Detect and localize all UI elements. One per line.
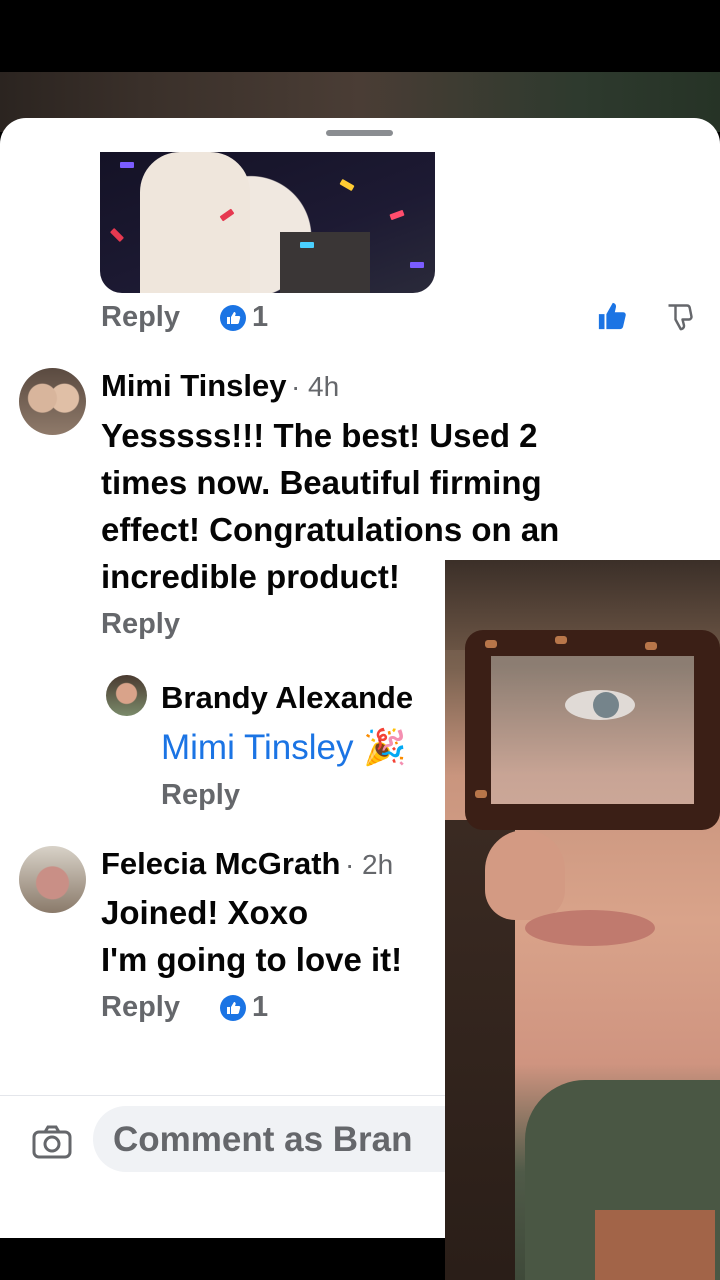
comment-gif-image[interactable] bbox=[100, 152, 435, 293]
gif-comment-actions: Reply 1 bbox=[101, 301, 268, 334]
pip-video-overlay[interactable] bbox=[445, 560, 720, 1280]
camera-icon[interactable] bbox=[32, 1125, 72, 1164]
comment-time: · 4h bbox=[290, 371, 340, 402]
like-icon bbox=[219, 304, 246, 331]
commenter-name[interactable]: Felecia McGrath bbox=[101, 846, 340, 881]
commenter-name[interactable]: Brandy Alexande bbox=[161, 680, 413, 715]
like-icon bbox=[219, 994, 246, 1021]
comment-header: Felecia McGrath · 2h bbox=[101, 846, 393, 882]
thumbs-up-icon[interactable] bbox=[597, 301, 627, 336]
mention-link[interactable]: Mimi Tinsley bbox=[161, 728, 354, 767]
comment-text: Mimi Tinsley 🎉 bbox=[161, 724, 407, 771]
comment-input-placeholder: Comment as Bran bbox=[113, 1120, 413, 1159]
comment-time: · 2h bbox=[344, 849, 394, 880]
reply-header: Brandy Alexande bbox=[161, 680, 413, 716]
reply-button[interactable]: Reply bbox=[101, 301, 180, 334]
like-count-badge: 1 bbox=[219, 991, 268, 1024]
comment-actions: Reply bbox=[101, 608, 180, 641]
comment-actions: Reply 1 bbox=[101, 991, 268, 1024]
sheet-drag-handle[interactable] bbox=[326, 130, 393, 136]
thumbs-down-icon[interactable] bbox=[665, 301, 693, 336]
comment-text: Joined! Xoxo I'm going to love it! bbox=[101, 894, 403, 978]
reply-button[interactable]: Reply bbox=[101, 608, 180, 641]
glasses bbox=[465, 630, 720, 830]
comment-actions: Reply bbox=[161, 779, 240, 812]
reply-button[interactable]: Reply bbox=[161, 779, 240, 812]
reply-button[interactable]: Reply bbox=[101, 991, 180, 1024]
like-count-badge: 1 bbox=[219, 301, 268, 334]
commenter-name[interactable]: Mimi Tinsley bbox=[101, 368, 287, 403]
avatar-mimi-tinsley[interactable] bbox=[19, 368, 86, 435]
comment-header: Mimi Tinsley · 4h bbox=[101, 368, 339, 404]
party-emoji: 🎉 bbox=[363, 728, 407, 767]
avatar-brandy[interactable] bbox=[106, 675, 147, 716]
avatar-felecia-mcgrath[interactable] bbox=[19, 846, 86, 913]
